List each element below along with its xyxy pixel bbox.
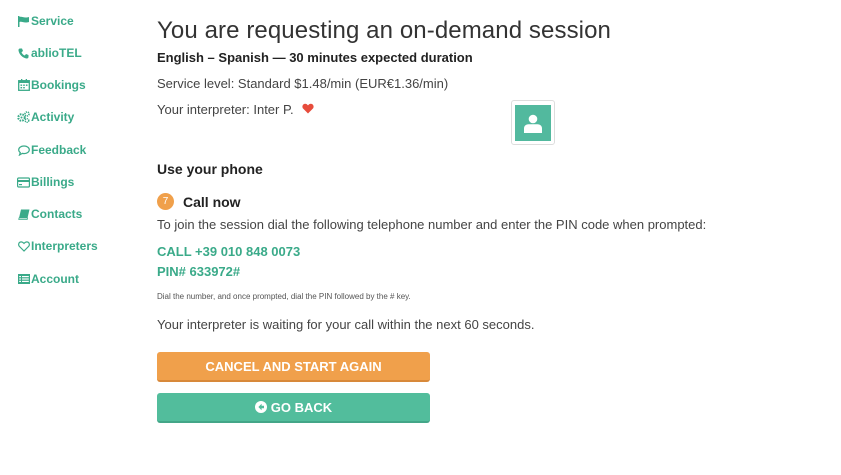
sidebar-item-service[interactable]: Service	[17, 12, 74, 30]
user-icon	[515, 104, 551, 141]
sidebar-item-abliotel[interactable]: ablioTEL	[17, 44, 82, 62]
sidebar-item-account[interactable]: Account	[17, 270, 79, 288]
comment-icon	[17, 144, 30, 156]
step-badge: 7	[157, 193, 174, 210]
sidebar-item-interpreters[interactable]: Interpreters	[17, 237, 98, 255]
go-back-button[interactable]: GO BACK	[157, 393, 430, 423]
section-title: Use your phone	[157, 161, 263, 177]
gears-icon	[17, 111, 30, 123]
step-header: 7 Call now	[157, 193, 241, 210]
cancel-button-label: CANCEL AND START AGAIN	[205, 358, 382, 374]
sidebar-item-activity[interactable]: Activity	[17, 108, 74, 126]
sidebar-item-label: Contacts	[31, 207, 83, 221]
service-level: Service level: Standard $1.48/min (EUR€1…	[157, 76, 449, 91]
sidebar-item-label: Interpreters	[31, 239, 98, 253]
go-back-label: GO BACK	[270, 399, 333, 415]
sidebar-item-label: Service	[31, 14, 74, 28]
sidebar-item-contacts[interactable]: Contacts	[17, 205, 82, 223]
main-content: You are requesting an on-demand session …	[157, 0, 797, 475]
cancel-and-start-again-button[interactable]: CANCEL AND START AGAIN	[157, 352, 430, 382]
interpreter-line: Your interpreter: Inter P.	[157, 102, 314, 117]
pin-code: PIN# 633972#	[157, 264, 241, 279]
heart-icon[interactable]	[301, 102, 314, 117]
credit-card-icon	[17, 176, 30, 188]
sidebar-item-label: ablioTEL	[31, 46, 82, 60]
dial-instructions: To join the session dial the following t…	[157, 217, 707, 232]
sidebar-item-label: Activity	[31, 110, 75, 124]
sidebar-item-bookings[interactable]: Bookings	[17, 76, 86, 94]
session-summary: English – Spanish — 30 minutes expected …	[157, 50, 473, 65]
sidebar-item-label: Bookings	[31, 78, 86, 92]
heart-outline-icon	[17, 240, 30, 252]
sidebar-item-label: Account	[31, 272, 79, 286]
page-title: You are requesting an on-demand session	[157, 17, 611, 44]
interpreter-name: Your interpreter: Inter P.	[157, 102, 294, 117]
sidebar-item-label: Feedback	[31, 143, 87, 157]
sidebar-item-billings[interactable]: Billings	[17, 173, 74, 191]
sidebar: Service ablioTEL Bookings Activity Feedb…	[0, 0, 140, 475]
list-icon	[17, 273, 30, 285]
interpreter-avatar	[511, 100, 555, 145]
step-title: Call now	[183, 193, 241, 210]
waiting-message: Your interpreter is waiting for your cal…	[157, 317, 535, 332]
dial-hint: Dial the number, and once prompted, dial…	[157, 292, 411, 301]
book-icon	[17, 208, 30, 220]
sidebar-item-feedback[interactable]: Feedback	[17, 141, 86, 159]
calendar-icon	[17, 79, 30, 91]
call-number: CALL +39 010 848 0073	[157, 244, 301, 259]
phone-icon	[17, 47, 30, 59]
flag-icon	[17, 15, 30, 27]
sidebar-item-label: Billings	[31, 175, 75, 189]
arrow-circle-left-icon	[254, 401, 267, 413]
